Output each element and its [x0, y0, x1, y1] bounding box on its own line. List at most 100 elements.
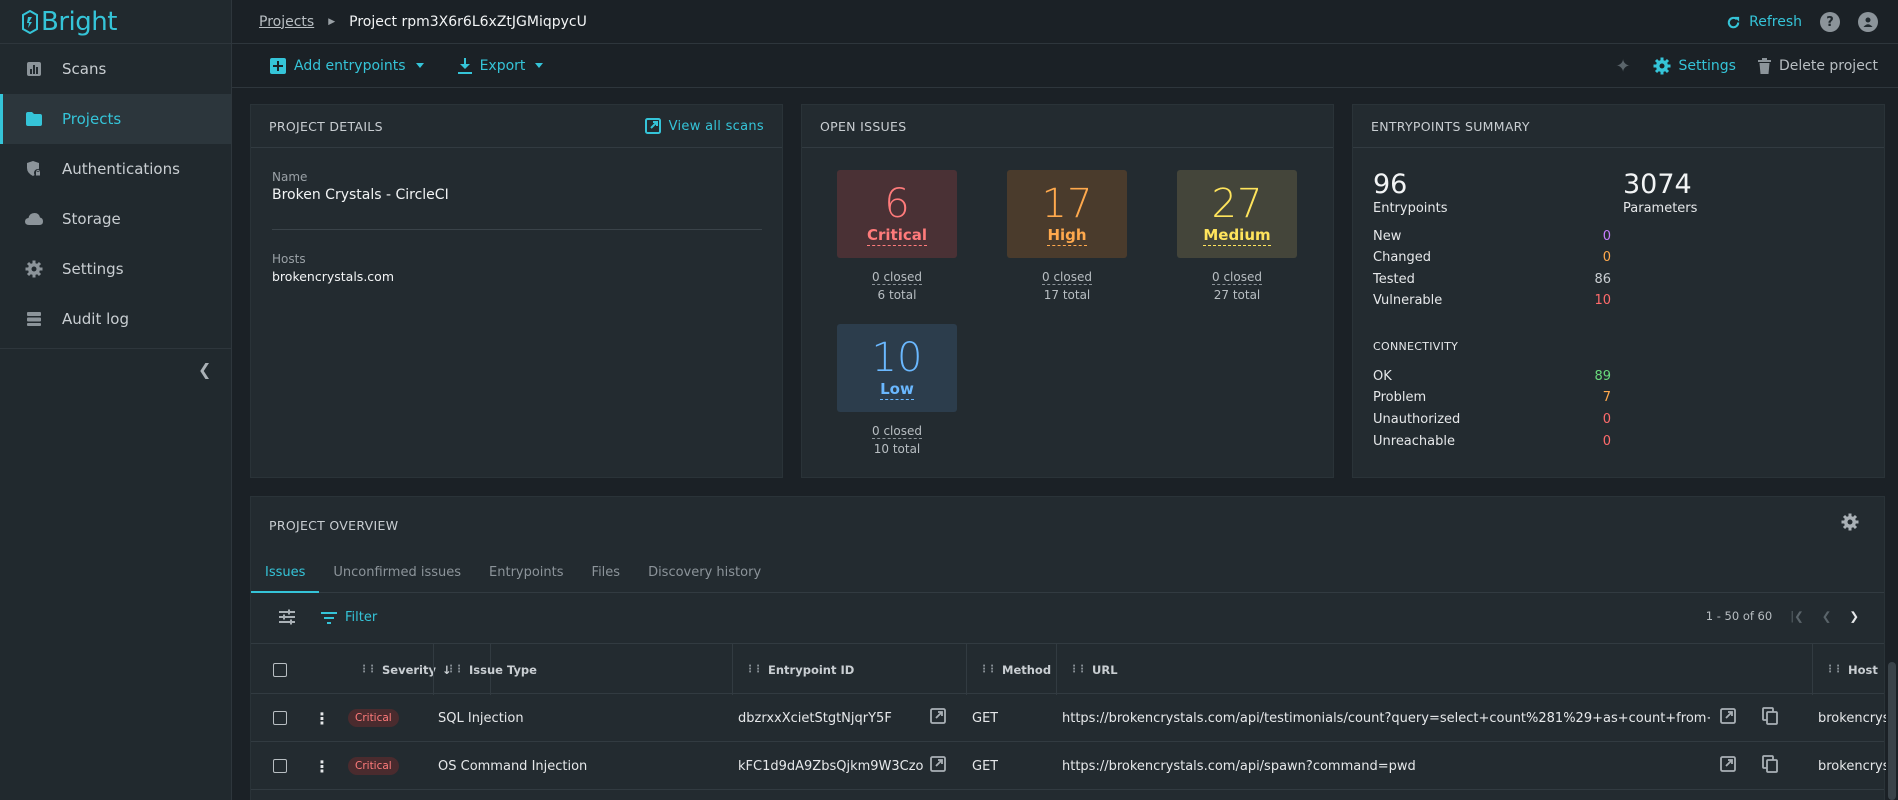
sparkle-icon[interactable]: ✦ — [1615, 56, 1630, 77]
sidebar-item-audit-log[interactable]: Audit log — [0, 294, 231, 344]
parameters-count: 3074 — [1623, 169, 1692, 200]
tab-files[interactable]: Files — [578, 553, 635, 593]
select-all-checkbox-cell — [251, 644, 309, 695]
stat-label: OK — [1373, 369, 1392, 384]
next-page-icon[interactable]: ❯ — [1849, 609, 1859, 623]
row-actions-menu-icon[interactable]: ⋮ — [314, 757, 330, 776]
entrypoints-summary-card: ENTRYPOINTS SUMMARY 96 Entrypoints 3074 … — [1352, 104, 1885, 478]
table-row[interactable]: ⋮ Critical SQL Injection dbzrxxXcietStgt… — [251, 694, 1886, 742]
drag-handle-icon[interactable]: ⋮⋮ — [1069, 664, 1087, 675]
stat-label: Vulnerable — [1373, 293, 1443, 308]
pagination: 1 - 50 of 60 |❮ ❮ ❯ — [1706, 609, 1859, 623]
view-all-scans-link[interactable]: View all scans — [644, 118, 764, 134]
severity-box: 17 High — [1007, 170, 1127, 258]
project-overview-title: PROJECT OVERVIEW — [269, 517, 399, 533]
list-icon — [24, 309, 44, 329]
tab-entrypoints[interactable]: Entrypoints — [475, 553, 578, 593]
export-button[interactable]: Export — [457, 57, 544, 74]
issues-table: ⋮⋮ Severity ↓ ⋮⋮ Issue Type ⋮⋮ Entrypoin… — [251, 643, 1886, 790]
cloud-icon — [24, 209, 44, 229]
logo[interactable]: Bright — [0, 0, 231, 44]
open-issues-card: OPEN ISSUES 6 Critical 0 closed 6 total 1… — [801, 104, 1334, 478]
row-checkbox[interactable] — [273, 711, 287, 725]
account-icon[interactable] — [1858, 12, 1878, 32]
shield-lock-icon — [24, 159, 44, 179]
drag-handle-icon[interactable]: ⋮⋮ — [359, 664, 377, 675]
tune-columns-icon[interactable] — [278, 609, 296, 629]
vertical-scrollbar[interactable] — [1888, 662, 1896, 800]
closed-count: 0 closed — [1212, 270, 1262, 285]
breadcrumb-projects-link[interactable]: Projects — [259, 14, 314, 30]
column-header-entrypoint-id[interactable]: ⋮⋮ Entrypoint ID — [733, 644, 967, 695]
stat-label: Changed — [1373, 250, 1432, 265]
topbar: Projects ▶ Project rpm3X6r6L6xZtJGMiqpyc… — [232, 0, 1898, 44]
bright-logo-icon — [22, 9, 38, 34]
delete-project-button[interactable]: Delete project — [1757, 58, 1878, 74]
sidebar-item-label: Storage — [62, 210, 121, 228]
severity-count: 17 — [1041, 181, 1093, 227]
drag-handle-icon[interactable]: ⋮⋮ — [745, 664, 763, 675]
previous-page-icon[interactable]: ❮ — [1822, 609, 1832, 623]
gear-icon — [24, 259, 44, 279]
sidebar-item-authentications[interactable]: Authentications — [0, 144, 231, 194]
open-entrypoint-icon[interactable] — [930, 756, 946, 776]
sidebar-item-scans[interactable]: Scans — [0, 44, 231, 94]
topbar-actions: Refresh ? — [1726, 0, 1878, 44]
project-name-value: Broken Crystals - CircleCI — [272, 187, 449, 203]
row-actions-menu-icon[interactable]: ⋮ — [314, 709, 330, 728]
sidebar-item-projects[interactable]: Projects — [0, 94, 231, 144]
stat-row-tested: Tested 86 — [1373, 272, 1611, 287]
sidebar-item-label: Audit log — [62, 310, 129, 328]
open-entrypoint-icon[interactable] — [930, 708, 946, 728]
sidebar-nav: Scans Projects Authentications Storage S… — [0, 44, 231, 344]
filter-button[interactable]: Filter — [321, 610, 377, 625]
column-title: URL — [1092, 662, 1118, 677]
help-icon[interactable]: ? — [1820, 12, 1840, 32]
tab-issues[interactable]: Issues — [251, 553, 320, 593]
collapse-sidebar-icon[interactable]: ❮ — [198, 360, 211, 379]
project-details-body: Name Broken Crystals - CircleCI Hosts br… — [251, 148, 782, 306]
project-overview-header: PROJECT OVERVIEW — [251, 497, 1884, 553]
sidebar-item-settings[interactable]: Settings — [0, 244, 231, 294]
severity-low[interactable]: 10 Low 0 closed 10 total — [837, 324, 957, 458]
column-header-method[interactable]: ⋮⋮ Method — [967, 644, 1057, 695]
column-header-url[interactable]: ⋮⋮ URL — [1057, 644, 1813, 695]
severity-name: Critical — [866, 226, 927, 246]
tab-discovery-history[interactable]: Discovery history — [634, 553, 775, 593]
row-checkbox[interactable] — [273, 759, 287, 773]
add-entrypoints-button[interactable]: Add entrypoints — [270, 57, 424, 74]
project-toolbar: Add entrypoints Export ✦ Settings Delete… — [232, 44, 1898, 88]
open-issues-title: OPEN ISSUES — [820, 118, 907, 134]
open-url-icon[interactable] — [1720, 708, 1736, 728]
connectivity-row-unauthorized: Unauthorized 0 — [1373, 412, 1611, 427]
severity-count: 10 — [871, 335, 923, 381]
view-all-scans-label: View all scans — [668, 118, 764, 134]
drag-handle-icon[interactable]: ⋮⋮ — [979, 664, 997, 675]
drag-handle-icon[interactable]: ⋮⋮ — [446, 664, 464, 675]
sidebar-item-storage[interactable]: Storage — [0, 194, 231, 244]
refresh-button[interactable]: Refresh — [1726, 14, 1802, 30]
export-label: Export — [479, 57, 526, 74]
connectivity-heading: CONNECTIVITY — [1373, 340, 1459, 353]
severity-badge: Critical — [348, 709, 399, 727]
table-row[interactable]: ⋮ Critical OS Command Injection kFC1d9dA… — [251, 742, 1886, 790]
select-all-checkbox[interactable] — [273, 662, 287, 677]
project-settings-button[interactable]: Settings — [1653, 57, 1736, 75]
table-settings-gear-icon[interactable] — [1841, 513, 1859, 535]
stat-label: Unreachable — [1373, 434, 1455, 449]
severity-medium[interactable]: 27 Medium 0 closed 27 total — [1177, 170, 1297, 304]
column-header-host[interactable]: ⋮⋮ Host — [1813, 644, 1886, 695]
severity-high[interactable]: 17 High 0 closed 17 total — [1007, 170, 1127, 304]
copy-icon[interactable] — [1762, 707, 1778, 729]
stat-label: Unauthorized — [1373, 412, 1461, 427]
severity-critical[interactable]: 6 Critical 0 closed 6 total — [837, 170, 957, 304]
drag-handle-icon[interactable]: ⋮⋮ — [1825, 664, 1843, 675]
open-url-icon[interactable] — [1720, 756, 1736, 776]
filter-icon — [321, 611, 337, 624]
first-page-icon[interactable]: |❮ — [1790, 609, 1804, 623]
download-icon — [457, 57, 472, 74]
copy-icon[interactable] — [1762, 755, 1778, 777]
tab-unconfirmed-issues[interactable]: Unconfirmed issues — [319, 553, 475, 593]
severity-name: Low — [880, 380, 914, 400]
column-header-issue-type[interactable]: ⋮⋮ Issue Type — [433, 644, 733, 695]
